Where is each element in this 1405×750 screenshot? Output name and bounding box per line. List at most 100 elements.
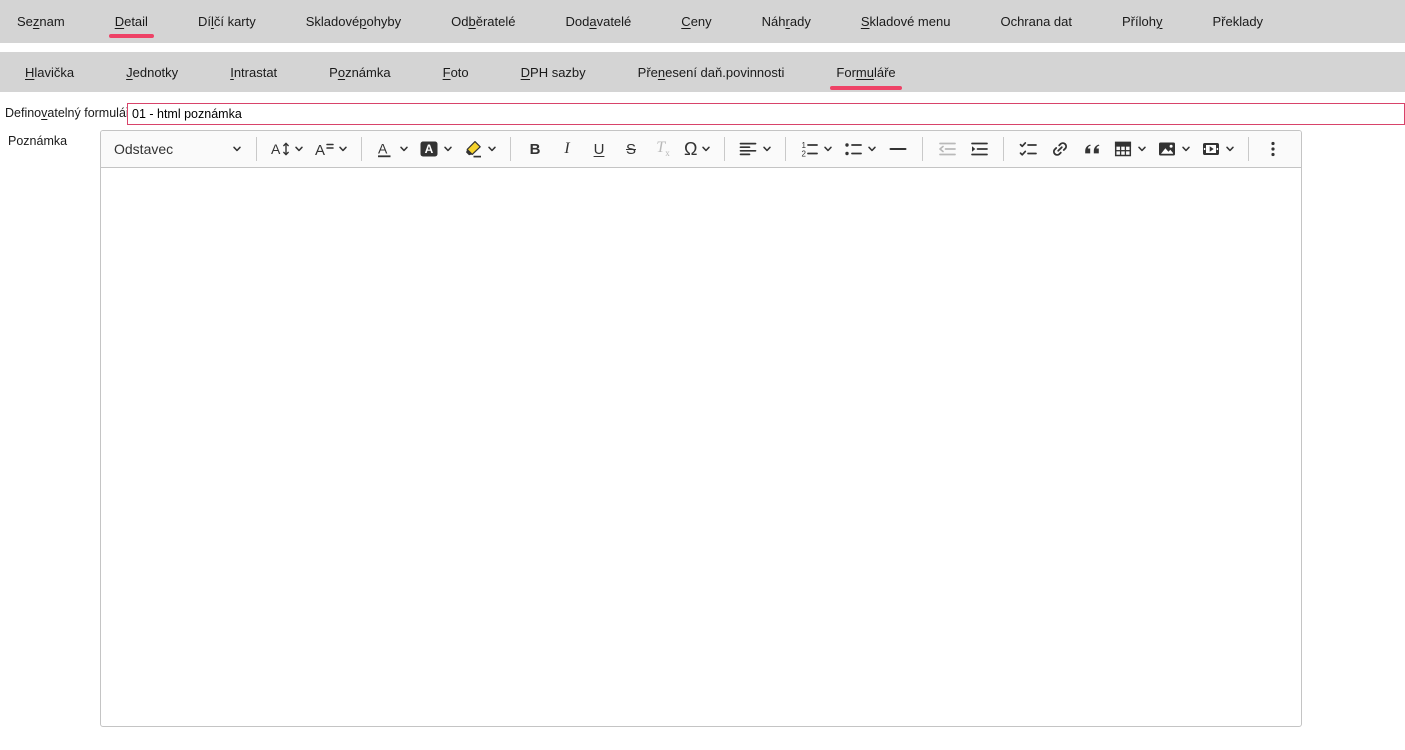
indent-button[interactable] xyxy=(965,135,993,163)
todo-list-button[interactable] xyxy=(1014,135,1042,163)
svg-text:A: A xyxy=(315,142,325,159)
bulleted-list-icon xyxy=(843,139,863,159)
tab-ceny[interactable]: Ceny xyxy=(681,0,711,43)
svg-text:2: 2 xyxy=(802,150,807,159)
font-background-color-button[interactable]: A xyxy=(416,135,456,163)
bulleted-list-button[interactable] xyxy=(840,135,880,163)
tab-dilci-karty[interactable]: Dílčí karty xyxy=(198,0,256,43)
highlight-button[interactable] xyxy=(460,135,500,163)
detail-tab-bar: Hlavička Jednotky Intrastat Poznámka Foto DPH… xyxy=(0,52,1405,92)
chevron-down-icon xyxy=(338,144,348,154)
tab-seznam[interactable]: Seznam xyxy=(17,0,65,43)
link-icon xyxy=(1050,139,1070,159)
tab-poznamka[interactable]: Poznámka xyxy=(329,52,390,92)
italic-button[interactable]: I xyxy=(553,135,581,163)
numbered-list-icon: 12 xyxy=(799,139,819,159)
strikethrough-button[interactable]: S xyxy=(617,135,645,163)
svg-text:A: A xyxy=(271,141,281,157)
tab-jednotky[interactable]: Jednotky xyxy=(126,52,178,92)
chevron-down-icon xyxy=(762,144,772,154)
tab-skladove-pohyby[interactable]: Skladové pohyby xyxy=(306,0,401,43)
underline-icon: U xyxy=(594,142,605,157)
strikethrough-icon: S xyxy=(626,142,636,157)
toolbar-separator xyxy=(256,137,257,161)
underline-button[interactable]: U xyxy=(585,135,613,163)
horizontal-line-button[interactable] xyxy=(884,135,912,163)
bold-icon: B xyxy=(530,142,541,157)
editor-content-area[interactable] xyxy=(101,168,1301,725)
note-label: Poznámka xyxy=(8,134,67,148)
tab-preklady[interactable]: Překlady xyxy=(1212,0,1263,43)
horizontal-line-icon xyxy=(888,139,908,159)
toolbar-separator xyxy=(1248,137,1249,161)
remove-format-button[interactable]: Tx xyxy=(649,135,677,163)
chevron-down-icon xyxy=(232,144,242,154)
font-color-button[interactable]: A xyxy=(372,135,412,163)
chevron-down-icon xyxy=(1137,144,1147,154)
remove-format-icon: Tx xyxy=(656,140,669,158)
font-background-color-icon: A xyxy=(419,139,439,159)
toolbar-separator xyxy=(510,137,511,161)
heading-dropdown-button[interactable]: Odstavec xyxy=(110,135,246,163)
chevron-down-icon xyxy=(399,144,409,154)
overflow-menu-button[interactable] xyxy=(1259,135,1287,163)
tab-preneseni-dan-povinnosti[interactable]: Přenesení daň.povinnosti xyxy=(638,52,785,92)
editor-toolbar: Odstavec A A A A B I U S Tx Ω 12 xyxy=(101,131,1301,168)
numbered-list-button[interactable]: 12 xyxy=(796,135,836,163)
tab-foto[interactable]: Foto xyxy=(443,52,469,92)
tab-nahrady[interactable]: Náhrady xyxy=(762,0,811,43)
chevron-down-icon xyxy=(1225,144,1235,154)
tab-skladove-menu[interactable]: Skladové menu xyxy=(861,0,951,43)
chevron-down-icon xyxy=(487,144,497,154)
font-size-button[interactable]: A xyxy=(267,135,307,163)
font-color-icon: A xyxy=(375,139,395,159)
insert-table-button[interactable] xyxy=(1110,135,1150,163)
insert-image-icon xyxy=(1157,139,1177,159)
tab-ochrana-dat[interactable]: Ochrana dat xyxy=(1000,0,1072,43)
link-button[interactable] xyxy=(1046,135,1074,163)
tab-odberatele[interactable]: Odběratelé xyxy=(451,0,515,43)
text-alignment-button[interactable] xyxy=(735,135,775,163)
chevron-down-icon xyxy=(701,144,711,154)
insert-media-icon xyxy=(1201,139,1221,159)
special-characters-button[interactable]: Ω xyxy=(681,135,714,163)
toolbar-separator xyxy=(785,137,786,161)
chevron-down-icon xyxy=(823,144,833,154)
definable-form-label: Definovatelný formulář: xyxy=(5,106,134,120)
tab-intrastat[interactable]: Intrastat xyxy=(230,52,277,92)
outdent-button[interactable] xyxy=(933,135,961,163)
indent-icon xyxy=(969,139,989,159)
toolbar-separator xyxy=(361,137,362,161)
insert-image-button[interactable] xyxy=(1154,135,1194,163)
tab-dodavatele[interactable]: Dodavatelé xyxy=(566,0,632,43)
rich-text-editor: Odstavec A A A A B I U S Tx Ω 12 xyxy=(100,130,1302,727)
overflow-menu-icon xyxy=(1263,139,1283,159)
font-family-button[interactable]: A xyxy=(311,135,351,163)
tab-prilohy[interactable]: Přílohy xyxy=(1122,0,1162,43)
main-tab-bar: Seznam Detail Dílčí karty Skladové pohyby Od… xyxy=(0,0,1405,43)
block-quote-button[interactable] xyxy=(1078,135,1106,163)
outdent-icon xyxy=(937,139,957,159)
chevron-down-icon xyxy=(443,144,453,154)
toolbar-separator xyxy=(724,137,725,161)
tab-formulare[interactable]: Formuláře xyxy=(836,52,895,92)
block-quote-icon xyxy=(1082,139,1102,159)
italic-icon: I xyxy=(564,141,569,157)
tab-detail[interactable]: Detail xyxy=(115,0,148,43)
bold-button[interactable]: B xyxy=(521,135,549,163)
tab-dph-sazby[interactable]: DPH sazby xyxy=(521,52,586,92)
svg-text:A: A xyxy=(378,141,388,157)
toolbar-separator xyxy=(1003,137,1004,161)
insert-table-icon xyxy=(1113,139,1133,159)
text-alignment-icon xyxy=(738,139,758,159)
insert-media-button[interactable] xyxy=(1198,135,1238,163)
font-family-icon: A xyxy=(314,139,334,159)
font-size-icon: A xyxy=(270,139,290,159)
tab-hlavicka[interactable]: Hlavička xyxy=(25,52,74,92)
svg-text:A: A xyxy=(425,142,434,156)
chevron-down-icon xyxy=(1181,144,1191,154)
toolbar-separator xyxy=(922,137,923,161)
todo-list-icon xyxy=(1018,139,1038,159)
chevron-down-icon xyxy=(294,144,304,154)
definable-form-input[interactable] xyxy=(127,103,1405,125)
